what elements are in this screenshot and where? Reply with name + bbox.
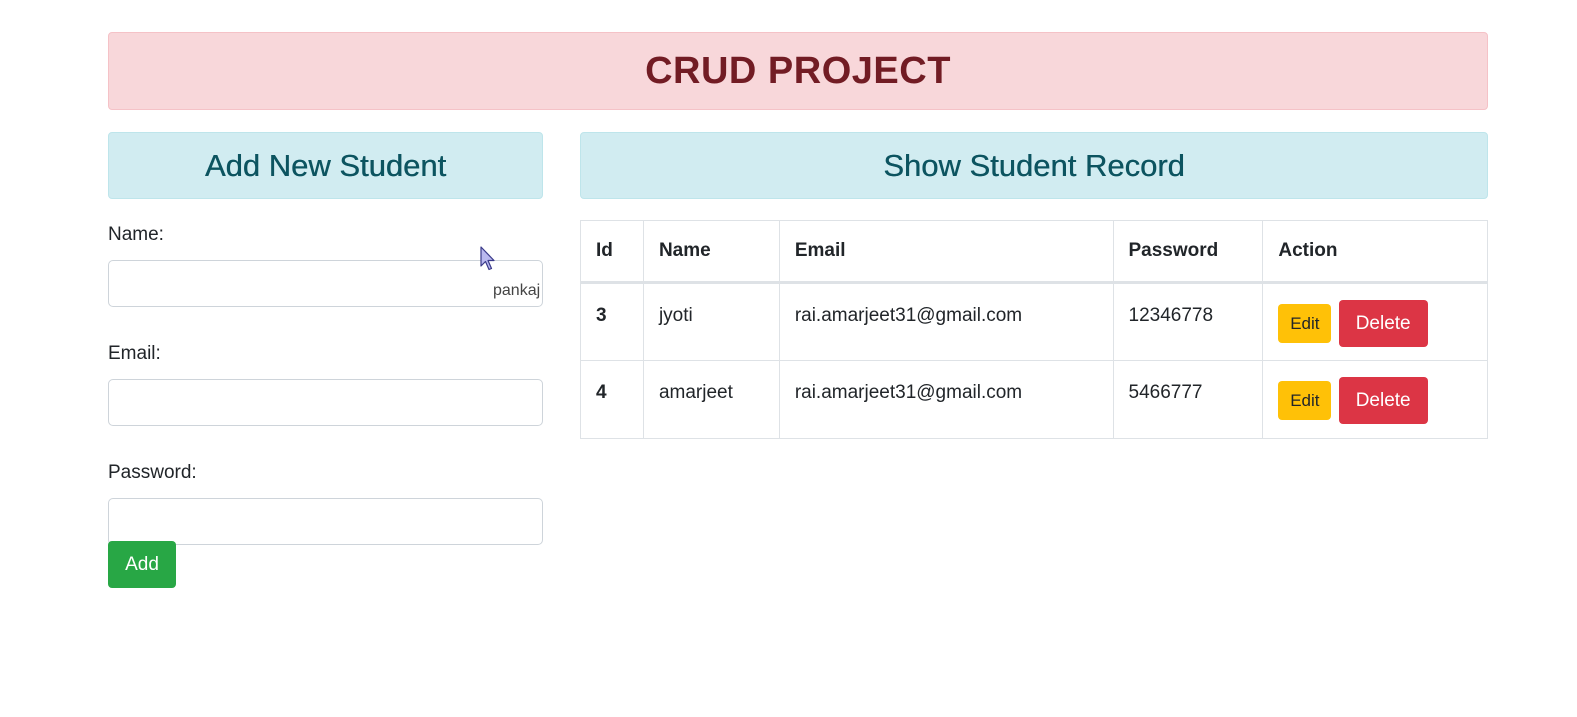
- add-student-title: Add New Student: [204, 147, 447, 183]
- cell-password: 12346778: [1112, 282, 1264, 361]
- cell-name: jyoti: [642, 282, 780, 361]
- email-input[interactable]: [108, 379, 543, 426]
- mouse-pointer-icon: [480, 246, 495, 271]
- delete-button[interactable]: Delete: [1338, 377, 1428, 424]
- column-header-id: Id: [580, 220, 644, 284]
- add-student-form: Name: pankaj Email: Password:: [108, 222, 543, 579]
- password-label: Password:: [108, 462, 197, 483]
- cell-id: 4: [580, 360, 644, 439]
- title-banner: CRUD PROJECT: [108, 32, 1488, 110]
- cell-id: 3: [580, 282, 644, 361]
- cell-name: amarjeet: [642, 360, 780, 439]
- name-input[interactable]: [108, 260, 543, 307]
- table-header-row: Id Name Email Password Action: [580, 220, 1488, 284]
- cell-email: rai.amarjeet31@gmail.com: [778, 282, 1114, 361]
- column-header-action: Action: [1262, 220, 1488, 284]
- column-header-email: Email: [778, 220, 1114, 284]
- add-student-header: Add New Student: [108, 132, 543, 199]
- student-record-header: Show Student Record: [580, 132, 1488, 199]
- add-button[interactable]: Add: [108, 541, 176, 588]
- student-record-title: Show Student Record: [883, 147, 1185, 183]
- cell-email: rai.amarjeet31@gmail.com: [778, 360, 1114, 439]
- name-label: Name:: [108, 224, 164, 245]
- column-header-name: Name: [642, 220, 780, 284]
- page: CRUD PROJECT Add New Student Show Studen…: [0, 0, 1577, 717]
- name-field-wrap: pankaj: [108, 260, 543, 307]
- cell-password: 5466777: [1112, 360, 1264, 439]
- password-input[interactable]: [108, 498, 543, 545]
- page-title: CRUD PROJECT: [645, 49, 951, 92]
- cell-action: Edit Delete: [1262, 282, 1488, 361]
- student-table: Id Name Email Password Action 3 jyoti ra…: [580, 220, 1488, 439]
- cell-action: Edit Delete: [1262, 360, 1488, 439]
- autofill-suggestion[interactable]: pankaj: [493, 282, 543, 300]
- email-label: Email:: [108, 343, 161, 364]
- table-row: 3 jyoti rai.amarjeet31@gmail.com 1234677…: [580, 282, 1488, 361]
- edit-button[interactable]: Edit: [1278, 304, 1332, 343]
- table-row: 4 amarjeet rai.amarjeet31@gmail.com 5466…: [580, 360, 1488, 439]
- column-header-password: Password: [1112, 220, 1264, 284]
- edit-button[interactable]: Edit: [1278, 381, 1332, 420]
- delete-button[interactable]: Delete: [1338, 300, 1428, 347]
